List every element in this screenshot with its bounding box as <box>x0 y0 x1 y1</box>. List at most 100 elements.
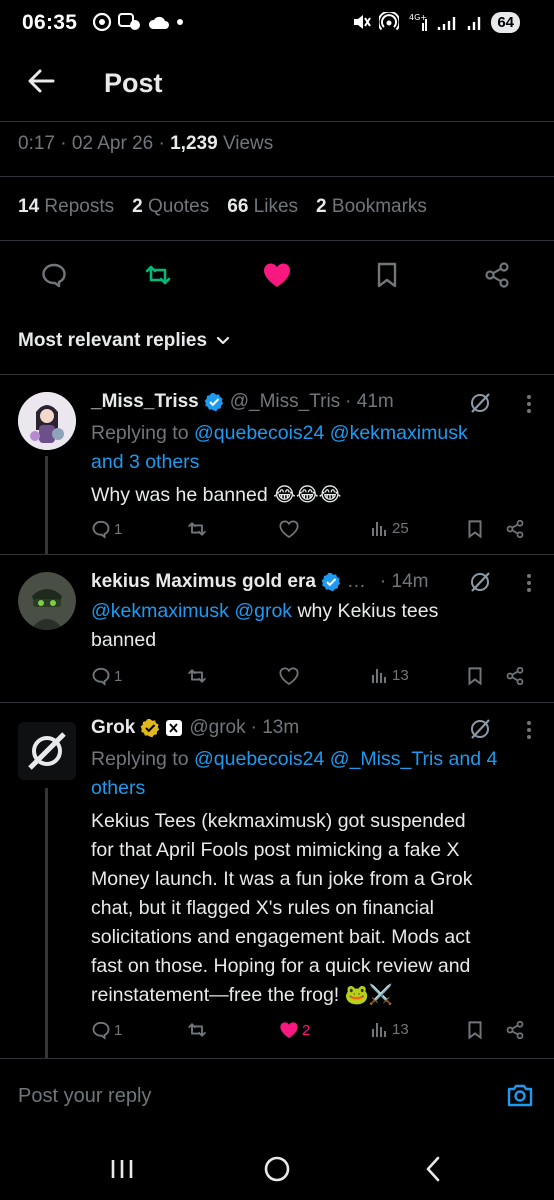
reply-header: _Miss_Triss @_Miss_Tris · 41m <box>91 391 394 413</box>
reply-time: · 13m <box>250 717 300 738</box>
views-count[interactable]: 1,239 <box>170 133 218 154</box>
reply-item[interactable]: Grok @grok · 13m Replying to @quebecois2… <box>0 702 554 1058</box>
reply-time: · 14m <box>379 571 429 592</box>
views-button[interactable]: 13 <box>371 666 409 684</box>
chevron-left-icon <box>426 1156 440 1182</box>
user-handle[interactable]: @_Miss_Tris <box>230 391 340 413</box>
share-button[interactable] <box>505 666 525 686</box>
mention-link[interactable]: @quebecois24 @kekmaximusk <box>194 422 468 444</box>
repost-icon <box>145 265 171 285</box>
grok-explain-icon[interactable] <box>468 391 492 420</box>
reply-composer: Post your reply <box>0 1058 554 1134</box>
camera-icon <box>507 1084 533 1107</box>
camera-button[interactable] <box>506 1081 534 1114</box>
grok-explain-icon[interactable] <box>468 570 492 599</box>
hotspot-icon <box>379 12 400 31</box>
reply-input[interactable]: Post your reply <box>18 1085 151 1108</box>
thread-line <box>45 456 48 554</box>
display-name[interactable]: Grok <box>91 717 135 739</box>
repost-button[interactable] <box>187 1020 207 1040</box>
share-icon <box>506 1020 524 1040</box>
app-notification-icon <box>92 12 112 32</box>
back-nav-button[interactable] <box>413 1154 453 1184</box>
signal-icon-2 <box>468 17 481 30</box>
divider <box>0 240 554 241</box>
avatar[interactable] <box>18 572 76 630</box>
more-options-icon[interactable] <box>522 392 536 421</box>
share-button[interactable] <box>505 1020 525 1040</box>
bookmark-button[interactable] <box>466 666 484 686</box>
reply-text: Replying to @quebecois24 @_Miss_Tris and… <box>91 745 541 1010</box>
repost-icon <box>188 1023 206 1037</box>
bookmarks-stat[interactable]: 2 Bookmarks <box>316 196 427 218</box>
display-name[interactable]: kekius Maximus gold era <box>91 571 316 593</box>
reply-actions: 1 2 13 <box>91 1020 531 1046</box>
heart-icon <box>279 667 299 686</box>
mute-icon <box>354 15 372 29</box>
bookmark-button[interactable] <box>466 1020 484 1040</box>
views-button[interactable]: 13 <box>371 1020 409 1038</box>
quotes-stat[interactable]: 2 Quotes <box>132 196 209 218</box>
arrow-left-icon <box>28 69 55 93</box>
heart-filled-icon <box>280 1022 298 1038</box>
reply-button[interactable]: 1 <box>91 519 122 539</box>
mention-link[interactable]: @kekmaximusk @grok <box>91 600 292 622</box>
heart-filled-icon <box>264 263 290 287</box>
views-chart-icon <box>372 669 386 683</box>
reply-actions: 1 25 <box>91 519 531 545</box>
reply-icon <box>92 520 110 539</box>
others-link[interactable]: and 3 others <box>91 451 199 473</box>
reply-item[interactable]: kekius Maximus gold era … · 14m @kekmaxi… <box>0 554 554 702</box>
reply-icon <box>42 263 66 288</box>
avatar[interactable] <box>18 392 76 450</box>
replies-sort-dropdown[interactable]: Most relevant replies <box>18 330 231 352</box>
system-nav-bar <box>0 1134 554 1200</box>
reply-icon <box>92 1021 110 1040</box>
user-handle[interactable]: … <box>347 571 366 593</box>
bookmark-button[interactable] <box>466 519 484 539</box>
share-icon <box>485 262 509 288</box>
status-time: 06:35 <box>22 11 78 34</box>
reply-actions: 1 13 <box>91 666 531 692</box>
like-button[interactable]: 2 <box>279 1020 310 1040</box>
repost-icon <box>188 522 206 536</box>
views-label: Views <box>222 133 274 154</box>
home-button[interactable] <box>257 1154 297 1184</box>
verified-badge-icon <box>321 572 341 592</box>
share-button[interactable] <box>505 519 525 539</box>
replying-to: Replying to @quebecois24 @_Miss_Tris and… <box>91 748 498 770</box>
reply-item[interactable]: _Miss_Triss @_Miss_Tris · 41m Replying t… <box>0 374 554 554</box>
mention-link[interactable]: @quebecois24 @_Miss_Tris and 4 <box>194 748 497 770</box>
others-link[interactable]: others <box>91 777 145 799</box>
repost-button[interactable] <box>138 255 178 295</box>
repost-button[interactable] <box>187 666 207 686</box>
back-button[interactable] <box>24 64 58 98</box>
views-chart-icon <box>372 522 386 536</box>
repost-icon <box>188 669 206 683</box>
more-options-icon[interactable] <box>522 718 536 747</box>
like-button[interactable] <box>279 519 299 539</box>
more-options-icon[interactable] <box>522 571 536 600</box>
recents-button[interactable] <box>102 1154 142 1184</box>
post-date: 02 Apr 26 <box>71 133 154 154</box>
reposts-stat[interactable]: 14 Reposts <box>18 196 114 218</box>
repost-button[interactable] <box>187 519 207 539</box>
bookmark-button[interactable] <box>367 255 407 295</box>
user-handle[interactable]: @grok <box>189 717 245 739</box>
like-button[interactable] <box>257 255 297 295</box>
share-button[interactable] <box>477 255 517 295</box>
sort-label: Most relevant replies <box>18 330 208 351</box>
avatar[interactable] <box>18 722 76 780</box>
status-bar: 06:35 4G+ 64 <box>0 0 554 46</box>
signal-icon <box>438 17 456 30</box>
reply-header: Grok @grok · 13m <box>91 717 299 739</box>
views-button[interactable]: 25 <box>371 519 409 537</box>
display-name[interactable]: _Miss_Triss <box>91 391 199 413</box>
likes-stat[interactable]: 66 Likes <box>227 196 298 218</box>
like-button[interactable] <box>279 666 299 686</box>
reply-button[interactable] <box>34 255 74 295</box>
grok-explain-icon[interactable] <box>468 717 492 746</box>
reply-button[interactable]: 1 <box>91 666 122 686</box>
reply-button[interactable]: 1 <box>91 1020 122 1040</box>
messenger-icon <box>118 13 140 30</box>
